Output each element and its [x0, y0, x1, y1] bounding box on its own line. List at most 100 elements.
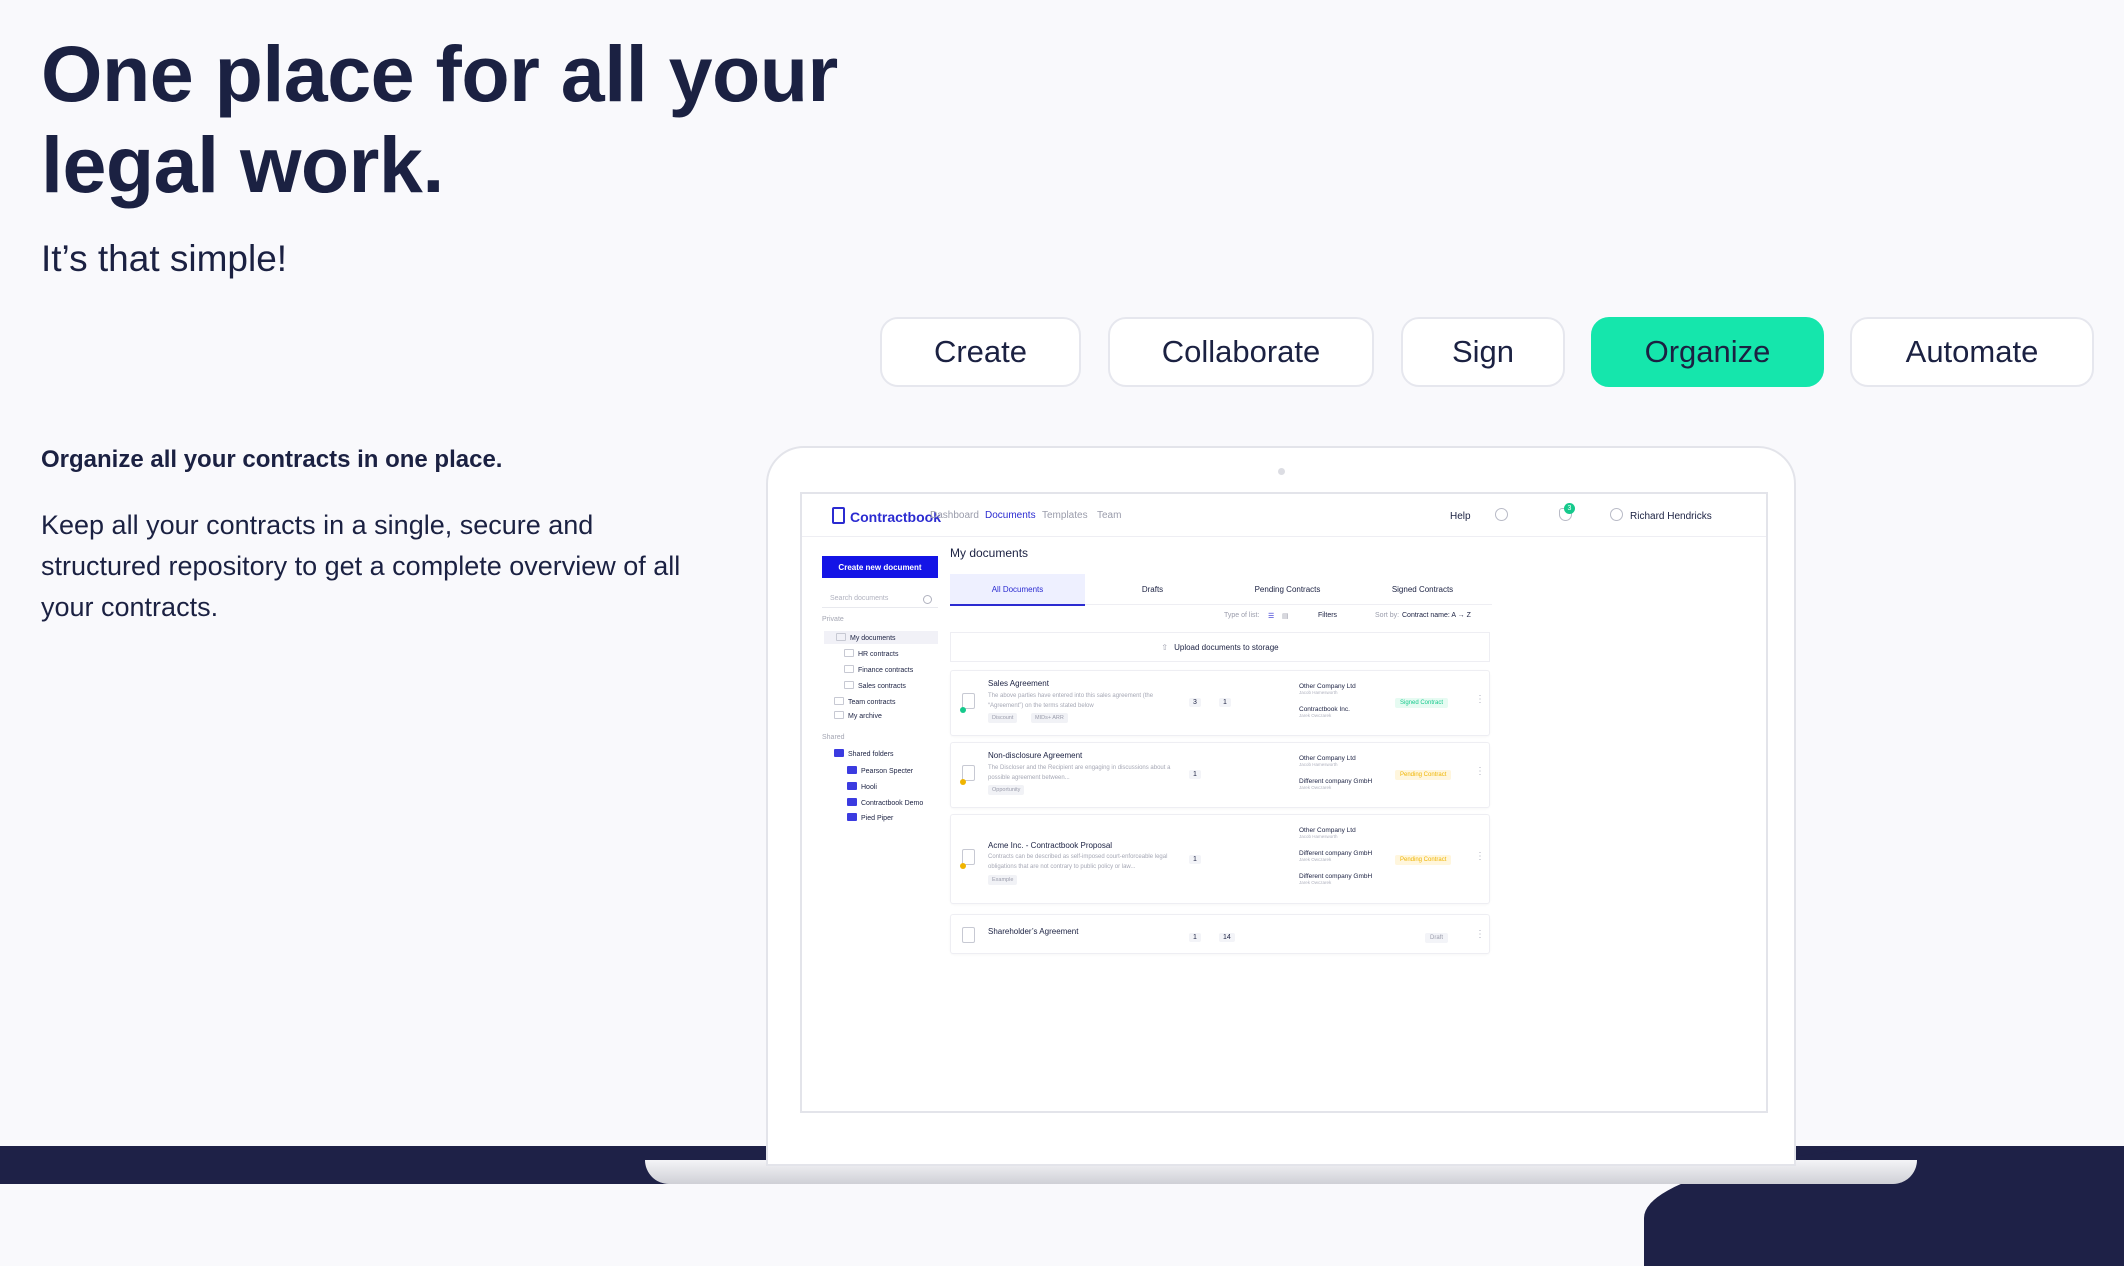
tree-sales-contracts[interactable]: Sales contracts: [844, 681, 906, 690]
pending-dot-icon: [960, 779, 966, 785]
filters-dropdown[interactable]: Filters: [1318, 612, 1337, 619]
folder-icon: [834, 711, 844, 719]
attachment-count: 14: [1219, 933, 1235, 942]
document-tag: MIDs+ ARR: [1031, 713, 1068, 723]
nav-dashboard[interactable]: Dashboard: [930, 510, 979, 521]
upload-dropzone[interactable]: ⇧ Upload documents to storage: [950, 632, 1490, 662]
party-other-company: Other Company Ltd Jacob Hamesworth: [1299, 827, 1356, 839]
folder-icon: [847, 766, 857, 774]
tree-hr-contracts[interactable]: HR contracts: [844, 649, 898, 658]
grid-view-icon[interactable]: ▤: [1282, 612, 1289, 620]
document-card[interactable]: Non-disclosure Agreement The Discloser a…: [950, 742, 1490, 808]
document-icon: [962, 927, 975, 943]
tree-my-archive[interactable]: My archive: [834, 711, 882, 720]
folder-icon: [847, 798, 857, 806]
comment-count: 1: [1189, 770, 1201, 779]
feature-title: Organize all your contracts in one place…: [41, 446, 503, 473]
app-logo[interactable]: Contractbook: [832, 507, 941, 525]
folder-icon: [836, 633, 846, 641]
folder-icon: [844, 665, 854, 673]
more-options-icon[interactable]: ⋮: [1475, 929, 1485, 940]
folder-icon: [844, 649, 854, 657]
app-screenshot: Contractbook Dashboard Documents Templat…: [800, 492, 1768, 1113]
tab-collaborate[interactable]: Collaborate: [1108, 317, 1374, 387]
nav-documents[interactable]: Documents: [985, 510, 1036, 521]
document-card[interactable]: Sales Agreement The above parties have e…: [950, 670, 1490, 736]
document-title: Acme Inc. - Contractbook Proposal: [988, 841, 1113, 850]
user-avatar-icon: [1610, 508, 1623, 521]
chat-icon[interactable]: [1495, 508, 1508, 521]
tree-hooli[interactable]: Hooli: [847, 782, 877, 791]
main-title: My documents: [950, 546, 1029, 560]
feature-description: Keep all your contracts in a single, sec…: [41, 510, 681, 622]
document-title: Sales Agreement: [988, 679, 1049, 688]
nav-team[interactable]: Team: [1097, 510, 1121, 521]
status-badge: Draft: [1425, 933, 1449, 943]
sort-dropdown[interactable]: Contract name: A → Z: [1402, 612, 1471, 619]
tree-team-contracts[interactable]: Team contracts: [834, 697, 895, 706]
list-view-icon[interactable]: ☰: [1268, 612, 1274, 620]
hero-title: One place for all your legal work.: [41, 29, 838, 209]
signed-dot-icon: [960, 707, 966, 713]
document-tag: Opportunity: [988, 785, 1025, 795]
document-description: Contracts can be described as self-impos…: [988, 854, 1168, 870]
notification-badge: 3: [1564, 503, 1575, 514]
tab-pending-contracts[interactable]: Pending Contracts: [1220, 574, 1355, 604]
upload-icon: ⇧: [1161, 642, 1169, 652]
status-badge: Signed Contract: [1395, 698, 1449, 708]
more-options-icon[interactable]: ⋮: [1475, 694, 1485, 705]
folder-icon: [847, 782, 857, 790]
tab-sign[interactable]: Sign: [1401, 317, 1565, 387]
more-options-icon[interactable]: ⋮: [1475, 766, 1485, 777]
laptop-mockup: Contractbook Dashboard Documents Templat…: [766, 446, 1796, 1166]
document-card[interactable]: Shareholder’s Agreement 1 14 Draft ⋮: [950, 914, 1490, 954]
user-menu[interactable]: Richard Hendricks: [1630, 511, 1712, 522]
status-badge: Pending Contract: [1395, 770, 1452, 780]
tab-organize[interactable]: Organize: [1591, 317, 1824, 387]
comment-count: 1: [1189, 933, 1201, 942]
search-icon: [923, 595, 932, 604]
tab-all-documents[interactable]: All Documents: [950, 574, 1085, 606]
status-badge: Pending Contract: [1395, 855, 1452, 865]
private-label: Private: [822, 616, 844, 623]
party-other-company: Other Company Ltd Jacob Hamesworth: [1299, 755, 1356, 767]
tab-create[interactable]: Create: [880, 317, 1081, 387]
tab-drafts[interactable]: Drafts: [1085, 574, 1220, 604]
create-document-button[interactable]: Create new document: [822, 556, 938, 578]
tree-pearson-specter[interactable]: Pearson Specter: [847, 766, 913, 775]
folder-icon: [834, 749, 844, 757]
document-card[interactable]: Acme Inc. - Contractbook Proposal Contra…: [950, 814, 1490, 904]
pending-dot-icon: [960, 863, 966, 869]
folder-icon: [847, 813, 857, 821]
tree-shared-folders[interactable]: Shared folders: [834, 749, 894, 758]
document-tag: Example: [988, 875, 1018, 885]
document-description: The above parties have entered into this…: [988, 693, 1154, 709]
party-different-company: Different company GmbH Jarek Owczarek: [1299, 778, 1373, 790]
hero-subtitle: It’s that simple!: [41, 238, 288, 279]
type-of-list-label: Type of list:: [1224, 612, 1260, 619]
document-description: The Discloser and the Recipient are enga…: [988, 765, 1171, 781]
tab-automate[interactable]: Automate: [1850, 317, 2094, 387]
comment-count: 1: [1189, 855, 1201, 864]
tree-finance-contracts[interactable]: Finance contracts: [844, 665, 913, 674]
more-options-icon[interactable]: ⋮: [1475, 851, 1485, 862]
party-different-company: Different company GmbH Jarek Owczarek: [1299, 850, 1373, 862]
party-contractbook: Contractbook Inc. Jarek Owczarek: [1299, 706, 1350, 718]
logo-icon: [832, 507, 845, 524]
attachment-count: 1: [1219, 698, 1231, 707]
folder-icon: [844, 681, 854, 689]
help-link[interactable]: Help: [1450, 511, 1471, 522]
party-different-company: Different company GmbH Jarek Owczarek: [1299, 873, 1373, 885]
folder-icon: [834, 697, 844, 705]
tab-signed-contracts[interactable]: Signed Contracts: [1355, 574, 1490, 604]
search-documents-input[interactable]: Search documents: [822, 590, 938, 608]
document-title: Shareholder’s Agreement: [988, 927, 1079, 936]
party-other-company: Other Company Ltd Jacob Hamesworth: [1299, 683, 1356, 695]
nav-templates[interactable]: Templates: [1042, 510, 1088, 521]
tree-my-documents[interactable]: My documents: [824, 631, 938, 644]
tree-contractbook-demo[interactable]: Contractbook Demo: [847, 798, 923, 807]
tree-pied-piper[interactable]: Pied Piper: [847, 813, 893, 822]
camera-dot: [1278, 468, 1285, 475]
document-title: Non-disclosure Agreement: [988, 751, 1083, 760]
comment-count: 3: [1189, 698, 1201, 707]
